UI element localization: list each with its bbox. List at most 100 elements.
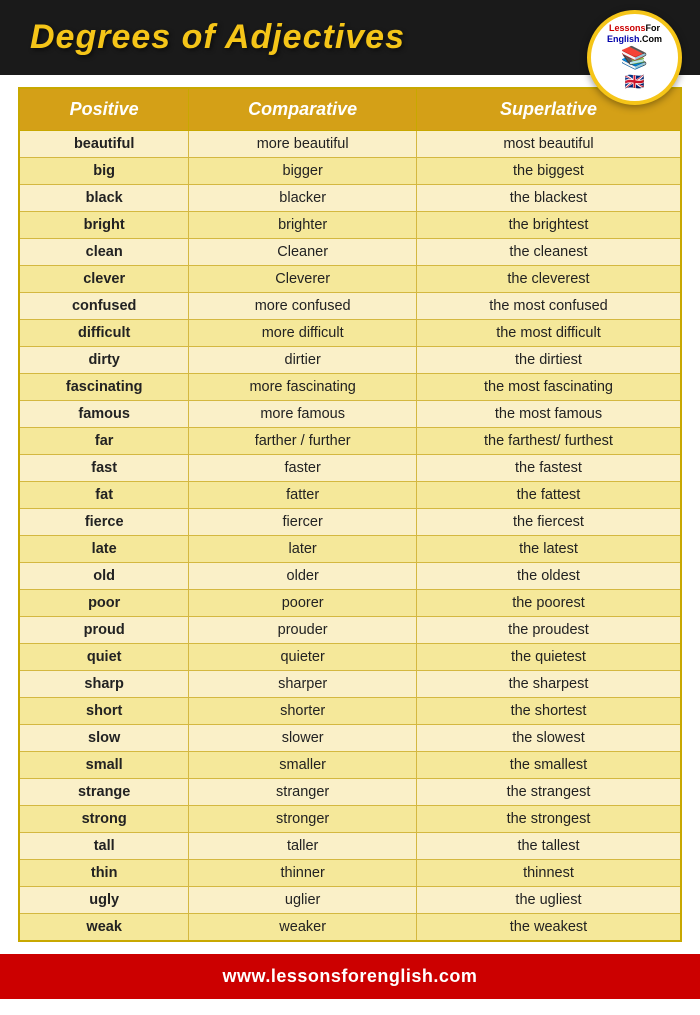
comparative-cell: brighter xyxy=(189,212,417,239)
comparative-cell: poorer xyxy=(189,590,417,617)
positive-cell: poor xyxy=(19,590,189,617)
table-row: strongstrongerthe strongest xyxy=(19,806,681,833)
table-row: brightbrighterthe brightest xyxy=(19,212,681,239)
comparative-cell: uglier xyxy=(189,887,417,914)
superlative-cell: the sharpest xyxy=(416,671,681,698)
positive-cell: fascinating xyxy=(19,374,189,401)
positive-cell: clean xyxy=(19,239,189,266)
comparative-cell: bigger xyxy=(189,158,417,185)
books-icon: 📚 xyxy=(621,45,648,71)
table-row: bigbiggerthe biggest xyxy=(19,158,681,185)
superlative-cell: the quietest xyxy=(416,644,681,671)
positive-cell: clever xyxy=(19,266,189,293)
superlative-cell: the fastest xyxy=(416,455,681,482)
positive-cell: old xyxy=(19,563,189,590)
superlative-cell: the weakest xyxy=(416,914,681,942)
positive-cell: dirty xyxy=(19,347,189,374)
superlative-cell: the latest xyxy=(416,536,681,563)
page-title: Degrees of Adjectives xyxy=(30,18,405,57)
positive-cell: sharp xyxy=(19,671,189,698)
positive-cell: strange xyxy=(19,779,189,806)
positive-cell: fat xyxy=(19,482,189,509)
superlative-cell: most beautiful xyxy=(416,131,681,158)
table-row: confusedmore confusedthe most confused xyxy=(19,293,681,320)
superlative-cell: the strangest xyxy=(416,779,681,806)
superlative-cell: the brightest xyxy=(416,212,681,239)
positive-cell: weak xyxy=(19,914,189,942)
comparative-cell: shorter xyxy=(189,698,417,725)
table-row: smallsmallerthe smallest xyxy=(19,752,681,779)
positive-cell: ugly xyxy=(19,887,189,914)
comparative-cell: older xyxy=(189,563,417,590)
table-header-row: Positive Comparative Superlative xyxy=(19,88,681,131)
positive-cell: beautiful xyxy=(19,131,189,158)
logo-text: LessonsForEnglish.Com xyxy=(603,23,666,45)
comparative-cell: more famous xyxy=(189,401,417,428)
table-row: slowslowerthe slowest xyxy=(19,725,681,752)
positive-cell: famous xyxy=(19,401,189,428)
positive-cell: tall xyxy=(19,833,189,860)
superlative-cell: the slowest xyxy=(416,725,681,752)
comparative-cell: weaker xyxy=(189,914,417,942)
superlative-cell: thinnest xyxy=(416,860,681,887)
table-row: fiercefiercerthe fiercest xyxy=(19,509,681,536)
superlative-cell: the biggest xyxy=(416,158,681,185)
table-container: Positive Comparative Superlative beautif… xyxy=(0,75,700,954)
table-row: farfarther / furtherthe farthest/ furthe… xyxy=(19,428,681,455)
comparative-cell: thinner xyxy=(189,860,417,887)
footer-url: www.lessonsforenglish.com xyxy=(223,966,478,986)
table-row: cleverClevererthe cleverest xyxy=(19,266,681,293)
positive-cell: far xyxy=(19,428,189,455)
comparative-cell: Cleaner xyxy=(189,239,417,266)
comparative-cell: Cleverer xyxy=(189,266,417,293)
positive-cell: quiet xyxy=(19,644,189,671)
header: Degrees of Adjectives LessonsForEnglish.… xyxy=(0,0,700,75)
flag-icon: 🇬🇧 xyxy=(625,72,645,92)
comparative-cell: more confused xyxy=(189,293,417,320)
comparative-cell: fiercer xyxy=(189,509,417,536)
positive-cell: fierce xyxy=(19,509,189,536)
positive-cell: proud xyxy=(19,617,189,644)
table-row: dirtydirtierthe dirtiest xyxy=(19,347,681,374)
superlative-cell: the fattest xyxy=(416,482,681,509)
page-wrapper: Degrees of Adjectives LessonsForEnglish.… xyxy=(0,0,700,999)
superlative-cell: the smallest xyxy=(416,752,681,779)
superlative-cell: the fiercest xyxy=(416,509,681,536)
table-row: difficultmore difficultthe most difficul… xyxy=(19,320,681,347)
table-row: blackblackerthe blackest xyxy=(19,185,681,212)
comparative-cell: smaller xyxy=(189,752,417,779)
positive-cell: slow xyxy=(19,725,189,752)
table-row: weakweakerthe weakest xyxy=(19,914,681,942)
table-row: fatfatterthe fattest xyxy=(19,482,681,509)
table-row: uglyuglierthe ugliest xyxy=(19,887,681,914)
comparative-cell: taller xyxy=(189,833,417,860)
superlative-cell: the most confused xyxy=(416,293,681,320)
positive-cell: difficult xyxy=(19,320,189,347)
comparative-cell: fatter xyxy=(189,482,417,509)
comparative-cell: farther / further xyxy=(189,428,417,455)
table-row: talltallerthe tallest xyxy=(19,833,681,860)
superlative-cell: the shortest xyxy=(416,698,681,725)
comparative-cell: later xyxy=(189,536,417,563)
comparative-cell: slower xyxy=(189,725,417,752)
comparative-cell: more difficult xyxy=(189,320,417,347)
positive-cell: late xyxy=(19,536,189,563)
table-row: beautifulmore beautifulmost beautiful xyxy=(19,131,681,158)
comparative-cell: faster xyxy=(189,455,417,482)
table-row: fascinatingmore fascinatingthe most fasc… xyxy=(19,374,681,401)
superlative-cell: the cleanest xyxy=(416,239,681,266)
comparative-cell: more beautiful xyxy=(189,131,417,158)
table-row: thinthinnerthinnest xyxy=(19,860,681,887)
superlative-cell: the most fascinating xyxy=(416,374,681,401)
comparative-cell: sharper xyxy=(189,671,417,698)
positive-cell: big xyxy=(19,158,189,185)
positive-cell: strong xyxy=(19,806,189,833)
table-row: famousmore famousthe most famous xyxy=(19,401,681,428)
superlative-cell: the ugliest xyxy=(416,887,681,914)
table-row: cleanCleanerthe cleanest xyxy=(19,239,681,266)
col-positive: Positive xyxy=(19,88,189,131)
superlative-cell: the blackest xyxy=(416,185,681,212)
comparative-cell: prouder xyxy=(189,617,417,644)
col-comparative: Comparative xyxy=(189,88,417,131)
superlative-cell: the oldest xyxy=(416,563,681,590)
